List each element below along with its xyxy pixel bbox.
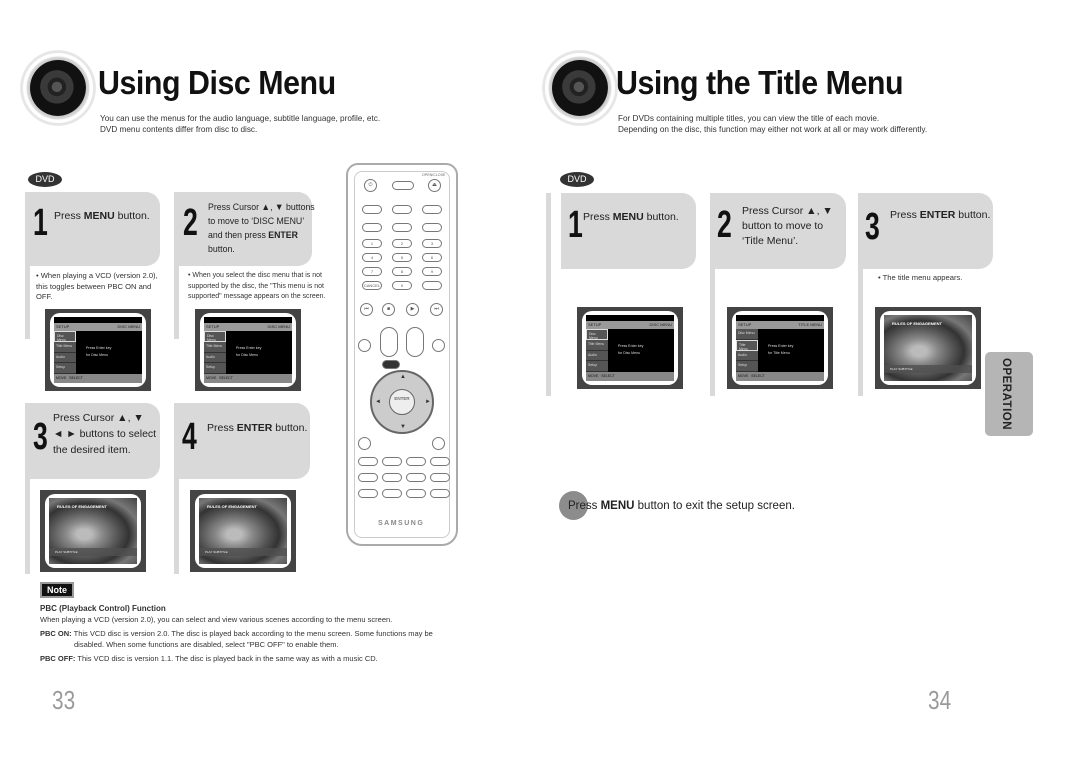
remote-button [430,473,450,482]
intro-right: For DVDs containing multiple titles, you… [618,114,928,134]
brand-logo: SAMSUNG [378,520,425,527]
step-3-number: 3 [33,416,48,458]
skip-back-icon: ⏮ [360,303,373,316]
remote-oval-button [392,181,414,190]
digit-button: 5 [392,253,412,262]
remote-button [392,205,412,214]
dvd-badge-right: DVD [560,172,594,187]
digit-button: 1 [362,239,382,248]
remote-button [406,457,426,466]
step-1-column [25,266,30,339]
volume-rocker [380,327,398,357]
right-step-2-text: Press Cursor ▲, ▼ button to move to ‘Tit… [742,205,833,247]
right-step-1-number: 1 [568,204,583,246]
digit-button: 2 [392,239,412,248]
tuning-rocker [406,327,424,357]
skip-forward-icon: ⏭ [430,303,443,316]
step-1-text: Press MENU button. [54,210,150,222]
digit-button: 6 [422,253,442,262]
menu-button-icon [382,360,400,369]
digit-button: 9 [422,267,442,276]
screen-disc-menu-1: SETUP DISC MENU Disc Menu Title Menu Audio S… [45,309,151,391]
intro-left: You can use the menus for the audio lang… [100,114,381,134]
right-step-3-bullet: • The title menu appears. [878,273,963,282]
right-step-2-column [710,269,715,396]
remote-button [382,473,402,482]
right-step-3-column [858,269,863,396]
step-3-column [25,479,30,574]
remote-button [358,473,378,482]
cancel-button: CANCEL [362,281,382,290]
step-1-bullet: • When playing a VCD (version 2.0), this… [36,271,158,301]
step-2-bullet: • When you select the disc menu that is … [188,272,326,300]
step-2-text: Press Cursor ▲, ▼ buttons to move to ‘DI… [208,202,315,255]
remote-button [422,223,442,232]
right-step-2-number: 2 [717,204,732,246]
step-4-text: Press ENTER button. [207,422,308,434]
screen-title-menu-right: SETUP TITLE MENU Disc Menu Title Menu Audio… [727,307,833,389]
step-4-column [174,479,179,574]
right-step-1-text: Press MENU button. [583,211,679,223]
note-heading: PBC (Playback Control) Function [40,604,166,613]
screen-disc-menu-right: SETUP DISC MENU Disc Menu Title Menu Audio S… [577,307,683,389]
stop-icon: ■ [382,303,395,316]
remote-button [422,281,442,290]
step-2-number: 2 [183,202,198,244]
remote-button [422,205,442,214]
remote-button [358,489,378,498]
right-step-3-text: Press ENTER button. [890,209,991,221]
remote-button [362,205,382,214]
exit-instruction: Press MENU button to exit the setup scre… [568,500,795,512]
speaker-logo-right [530,38,630,138]
operation-side-tab: OPERATION [985,352,1033,436]
screen-movie-right: RULES OF ENGAGEMENT PLAY SUBTITLE [875,307,981,389]
remote-button [358,457,378,466]
dvd-badge-left: DVD [28,172,62,187]
screen-disc-menu-2: SETUP DISC MENU Disc Menu Title Menu Audio S… [195,309,301,391]
remote-button [432,339,445,352]
digit-button: 0 [392,281,412,290]
page-title-right: Using the Title Menu [616,64,904,101]
remote-button [362,223,382,232]
right-step-1-column [546,193,551,396]
step-1-number: 1 [33,202,48,244]
step-2-column [174,266,179,339]
remote-button [430,457,450,466]
remote-button [432,437,445,450]
page-number-left: 33 [52,685,76,715]
remote-control-illustration: ⏻ OPEN/CLOSE ⏏ 1 2 3 4 5 6 7 8 9 CANCEL … [346,163,458,546]
screen-movie-step-4: RULES OF ENGAGEMENT PLAY SUBTITLE [190,490,296,572]
dpad-icon: ▲ ▼ ◄ ► ENTER [370,370,434,434]
enter-button-icon: ENTER [389,389,415,415]
page-title-left: Using Disc Menu [98,64,336,101]
right-step-3-number: 3 [865,206,880,248]
digit-button: 7 [362,267,382,276]
screen-movie-step-3: RULES OF ENGAGEMENT PLAY SUBTITLE [40,490,146,572]
remote-button [392,223,412,232]
note-badge: Note [40,582,74,598]
step-4-number: 4 [182,416,197,458]
remote-button [406,473,426,482]
remote-button [382,457,402,466]
page-number-right: 34 [928,685,952,715]
remote-button [382,489,402,498]
digit-button: 8 [392,267,412,276]
remote-button [430,489,450,498]
power-button-icon: ⏻ [364,179,377,192]
remote-button [358,437,371,450]
play-pause-icon: ▶ [406,303,419,316]
eject-button-icon: ⏏ [428,179,441,192]
step-3-text: Press Cursor ▲, ▼ ◄ ► buttons to select … [53,412,157,456]
note-section: PBC (Playback Control) Function When pla… [40,603,460,664]
speaker-logo-left [8,38,108,138]
digit-button: 4 [362,253,382,262]
remote-button [406,489,426,498]
remote-button [358,339,371,352]
digit-button: 3 [422,239,442,248]
